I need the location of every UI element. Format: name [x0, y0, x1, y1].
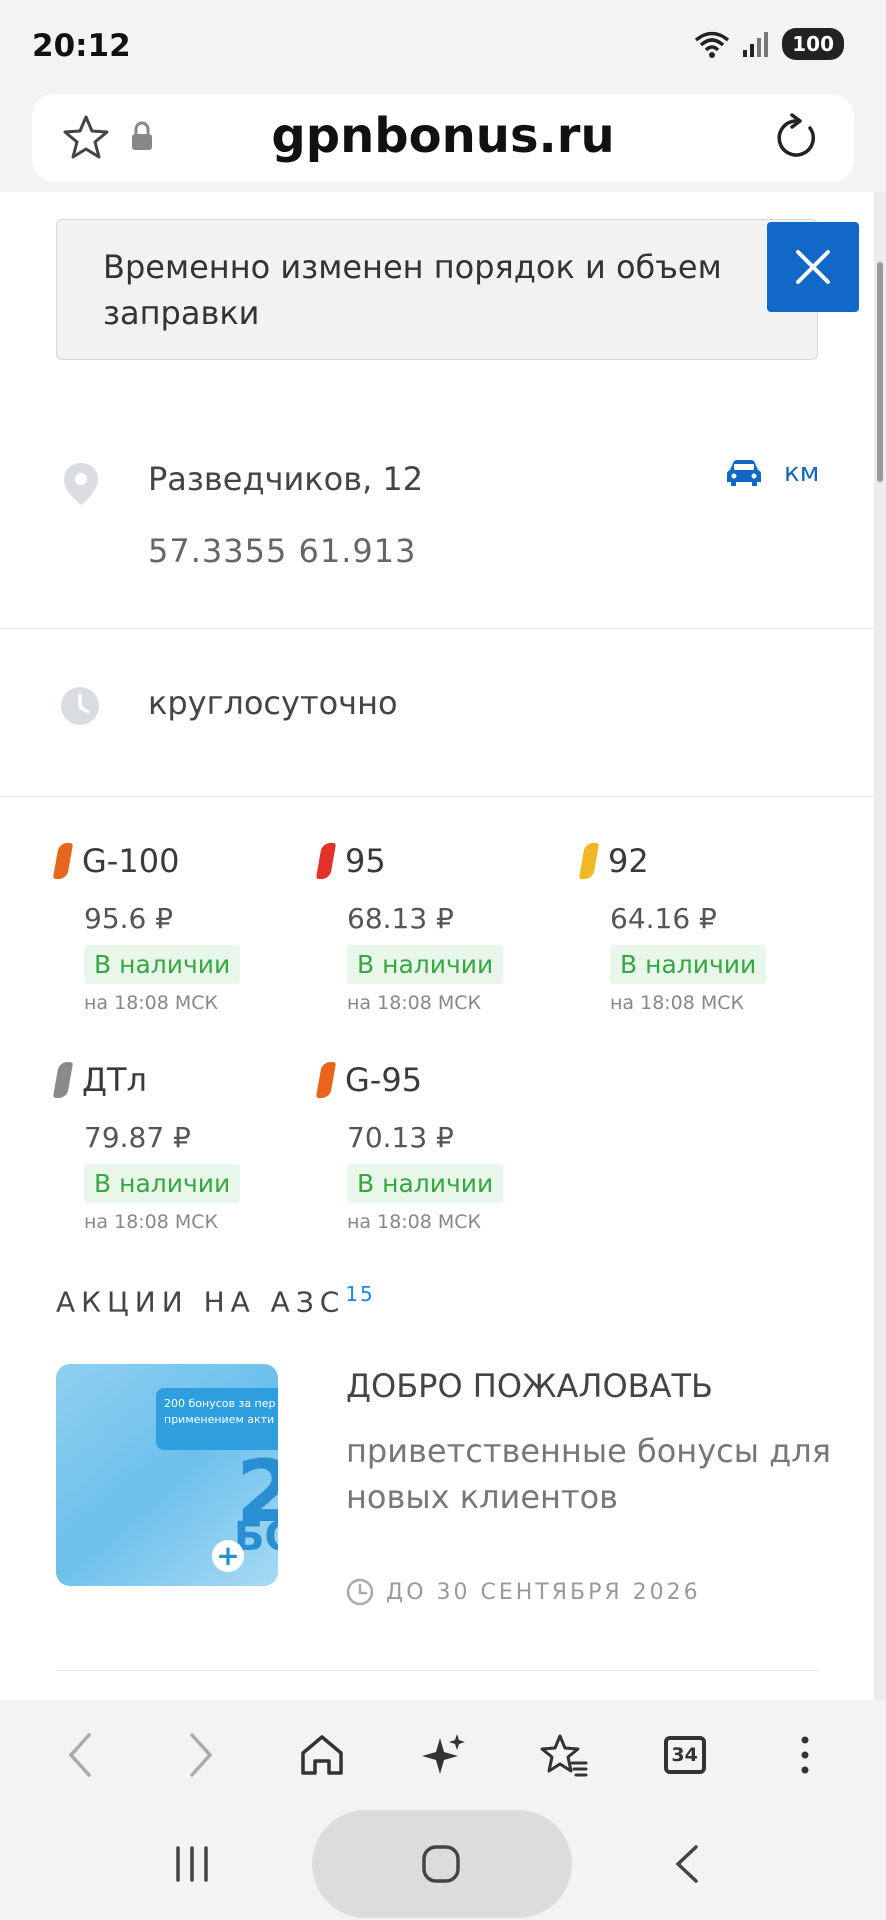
fuel-price: 64.16 ₽ — [610, 902, 717, 935]
signal-icon — [743, 32, 769, 57]
distance-unit: км — [784, 458, 820, 488]
availability-badge: В наличии — [84, 945, 241, 984]
update-time: на 18:08 МСК — [84, 1211, 219, 1233]
fuel-name: 92 — [608, 842, 649, 880]
page-scrollbar[interactable] — [874, 192, 886, 1700]
battery-indicator: 100 — [782, 28, 844, 60]
station-coordinates: 57.3355 61.913 — [148, 532, 417, 570]
tabs-count: 34 — [663, 1736, 706, 1774]
route-button[interactable]: км — [726, 458, 819, 488]
promo-title[interactable]: ДОБРО ПОЖАЛОВАТЬ — [346, 1367, 713, 1405]
status-icons: 100 — [692, 28, 844, 60]
fuel-color-chip — [52, 1062, 74, 1098]
car-icon — [727, 460, 761, 486]
recent-apps-icon[interactable] — [172, 1846, 212, 1882]
promos-section-title: АКЦИИ НА АЗС15 — [56, 1282, 375, 1318]
availability-badge: В наличии — [347, 945, 504, 984]
fuel-color-chip — [52, 843, 74, 879]
working-hours: круглосуточно — [148, 684, 398, 722]
fuel-name: G-95 — [345, 1061, 423, 1099]
sparkle-icon — [421, 1734, 465, 1774]
page-content: Временно изменен порядок и объем заправк… — [0, 192, 874, 1700]
clock-icon — [61, 687, 99, 725]
status-time: 20:12 — [32, 28, 131, 64]
more-vertical-icon — [801, 1736, 809, 1774]
notice-banner: Временно изменен порядок и объем заправк… — [56, 219, 818, 360]
update-time: на 18:08 МСК — [347, 992, 482, 1014]
availability-badge: В наличии — [347, 1164, 504, 1203]
clock-outline-icon — [346, 1578, 374, 1606]
fuel-name: G-100 — [82, 842, 180, 880]
forward-button[interactable] — [161, 1715, 241, 1795]
notice-text: Временно изменен порядок и объем заправк… — [103, 248, 722, 332]
promo-description: приветственные бонусы для новых клиентов — [346, 1432, 831, 1516]
divider — [0, 628, 874, 629]
menu-button[interactable] — [765, 1715, 845, 1795]
chevron-right-icon — [190, 1733, 213, 1777]
bookmarks-button[interactable] — [524, 1715, 604, 1795]
fuel-price: 95.6 ₽ — [84, 902, 174, 935]
close-notice-button[interactable] — [767, 222, 859, 312]
fuel-color-chip — [315, 1062, 337, 1098]
fuel-price: 68.13 ₽ — [347, 902, 454, 935]
promos-count: 15 — [345, 1282, 375, 1306]
close-icon — [796, 250, 830, 284]
fuel-color-chip — [315, 843, 337, 879]
system-back-icon[interactable] — [672, 1844, 702, 1884]
promos-title-text: АКЦИИ НА АЗС — [56, 1285, 346, 1319]
update-time: на 18:08 МСК — [610, 992, 745, 1014]
url-bar[interactable]: gpnbonus.ru — [32, 94, 854, 182]
fuel-item-dtl: ДТл 79.87 ₽ В наличии на 18:08 МСК — [52, 1061, 314, 1233]
status-bar: 20:12 100 — [0, 0, 886, 92]
availability-badge: В наличии — [610, 945, 767, 984]
station-address: Разведчиков, 12 — [148, 460, 424, 498]
home-circle-icon[interactable] — [421, 1844, 461, 1884]
fuel-item-92: 92 64.16 ₽ В наличии на 18:08 МСК — [578, 842, 840, 1014]
home-icon — [301, 1735, 343, 1775]
fuel-price: 79.87 ₽ — [84, 1121, 191, 1154]
fuel-color-chip — [578, 843, 600, 879]
promo-expiry-text: ДО 30 СЕНТЯБРЯ 2026 — [386, 1579, 701, 1605]
wifi-icon — [695, 31, 730, 58]
promo-image[interactable]: 200 бонусов за пер с применением акти 2 … — [56, 1364, 278, 1586]
update-time: на 18:08 МСК — [84, 992, 219, 1014]
fuel-item-95: 95 68.13 ₽ В наличии на 18:08 МСК — [315, 842, 577, 1014]
system-navigation-bar — [0, 1810, 886, 1920]
location-pin-icon — [64, 463, 98, 505]
home-button[interactable] — [282, 1715, 362, 1795]
reload-icon[interactable] — [772, 112, 820, 162]
plus-icon: + — [212, 1540, 244, 1572]
scrollbar-thumb[interactable] — [877, 262, 883, 482]
fuel-name: ДТл — [82, 1061, 147, 1099]
browser-toolbar: 34 — [0, 1700, 886, 1810]
divider — [0, 796, 874, 797]
fuel-price: 70.13 ₽ — [347, 1121, 454, 1154]
ai-assistant-button[interactable] — [403, 1715, 483, 1795]
url-text[interactable]: gpnbonus.ru — [32, 108, 854, 164]
fuel-item-g100: G-100 95.6 ₽ В наличии на 18:08 МСК — [52, 842, 314, 1014]
fuel-item-g95: G-95 70.13 ₽ В наличии на 18:08 МСК — [315, 1061, 577, 1233]
fuel-name: 95 — [345, 842, 386, 880]
back-button[interactable] — [40, 1715, 120, 1795]
divider — [56, 1670, 818, 1671]
chevron-left-icon — [69, 1733, 92, 1777]
promo-expiry: ДО 30 СЕНТЯБРЯ 2026 — [346, 1578, 701, 1606]
promo-image-caption: 200 бонусов за пер с применением акти — [156, 1388, 278, 1450]
bookmarks-star-icon — [540, 1734, 588, 1777]
update-time: на 18:08 МСК — [347, 1211, 482, 1233]
tabs-button[interactable]: 34 — [645, 1715, 725, 1795]
availability-badge: В наличии — [84, 1164, 241, 1203]
